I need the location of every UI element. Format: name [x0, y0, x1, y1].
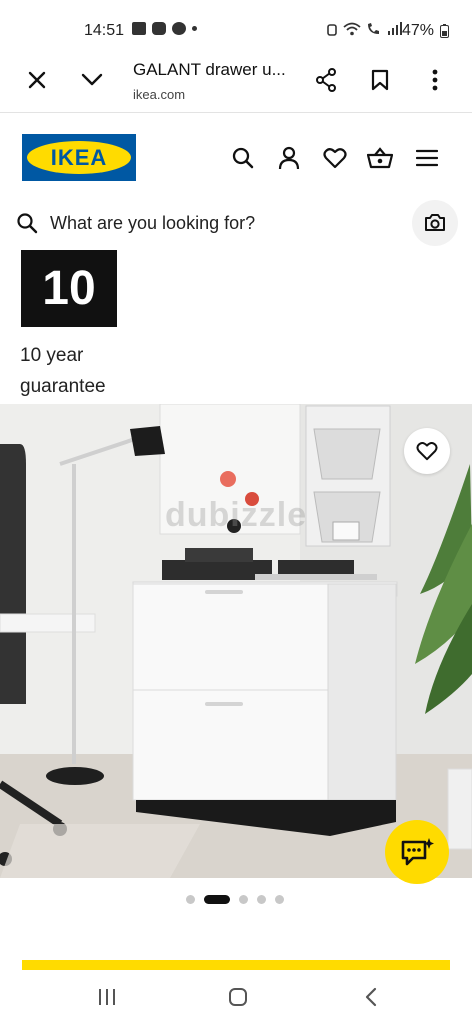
watermark-text: dubizzle	[165, 496, 308, 534]
shopping-bag-button[interactable]	[367, 145, 393, 171]
search-bar	[0, 200, 472, 248]
more-notifications-icon	[192, 26, 197, 31]
menu-button[interactable]	[414, 145, 440, 171]
product-image[interactable]: dubizzle	[0, 404, 472, 878]
system-navigation-bar	[0, 970, 472, 1024]
youtube-icon	[152, 22, 166, 35]
search-icon	[17, 213, 38, 234]
guarantee-text: 10 year guarantee	[20, 345, 106, 397]
person-icon	[278, 146, 300, 170]
page-title[interactable]: GALANT drawer u...	[133, 60, 286, 80]
guarantee-years: 10	[42, 262, 96, 315]
collapse-button[interactable]	[74, 62, 110, 98]
call-icon	[368, 23, 379, 34]
basket-icon	[367, 147, 393, 169]
logo-text: IKEA	[50, 144, 108, 170]
battery-level: 47%	[402, 22, 435, 39]
more-options-button[interactable]	[417, 62, 453, 98]
heart-icon	[416, 442, 438, 461]
logo-oval: IKEA	[27, 141, 131, 174]
carousel-indicator	[186, 895, 284, 904]
product-photo	[0, 404, 472, 878]
share-icon	[316, 68, 336, 92]
account-icon	[172, 22, 186, 35]
home-button[interactable]	[223, 982, 253, 1012]
carousel-dot[interactable]	[186, 895, 195, 904]
close-icon	[28, 71, 46, 89]
browser-toolbar: GALANT drawer u... ikea.com	[0, 50, 472, 113]
home-icon	[229, 988, 247, 1006]
favourites-button[interactable]	[322, 145, 348, 171]
close-tab-button[interactable]	[19, 62, 55, 98]
account-button[interactable]	[276, 145, 302, 171]
heart-icon	[323, 148, 347, 169]
carousel-dot[interactable]	[275, 895, 284, 904]
yellow-banner	[22, 960, 450, 970]
camera-icon	[425, 214, 445, 231]
status-bar: 14:51 47%	[0, 0, 472, 50]
bookmark-button[interactable]	[362, 62, 398, 98]
carousel-dot[interactable]	[257, 895, 266, 904]
back-button[interactable]	[356, 982, 386, 1012]
signal-icon	[388, 22, 402, 35]
add-to-favourites-button[interactable]	[404, 428, 450, 474]
ikea-logo[interactable]: IKEA	[22, 134, 136, 181]
wifi-icon	[343, 22, 361, 36]
status-time: 14:51	[84, 22, 125, 39]
search-icon	[232, 147, 254, 169]
page-domain[interactable]: ikea.com	[133, 87, 185, 102]
battery-icon	[440, 24, 449, 38]
notification-icons	[132, 22, 197, 35]
chat-sparkle-icon	[401, 838, 434, 866]
search-button[interactable]	[230, 145, 256, 171]
carousel-dot-active[interactable]	[204, 895, 230, 904]
alarm-icon	[327, 24, 337, 36]
search-input[interactable]	[50, 208, 390, 238]
guarantee-badge: 10	[21, 250, 117, 327]
hamburger-menu-icon	[416, 149, 438, 167]
recent-apps-button[interactable]	[92, 982, 122, 1012]
more-vertical-icon	[432, 69, 438, 91]
visual-search-button[interactable]	[412, 200, 458, 246]
chevron-down-icon	[81, 73, 103, 86]
bookmark-icon	[371, 69, 389, 91]
site-header: IKEA	[0, 113, 472, 203]
carousel-dot[interactable]	[239, 895, 248, 904]
gallery-icon	[132, 22, 146, 35]
recent-apps-icon	[99, 989, 115, 1005]
chat-assistant-button[interactable]	[385, 820, 449, 884]
system-icons	[326, 22, 403, 36]
back-chevron-icon	[365, 987, 377, 1007]
share-button[interactable]	[308, 62, 344, 98]
